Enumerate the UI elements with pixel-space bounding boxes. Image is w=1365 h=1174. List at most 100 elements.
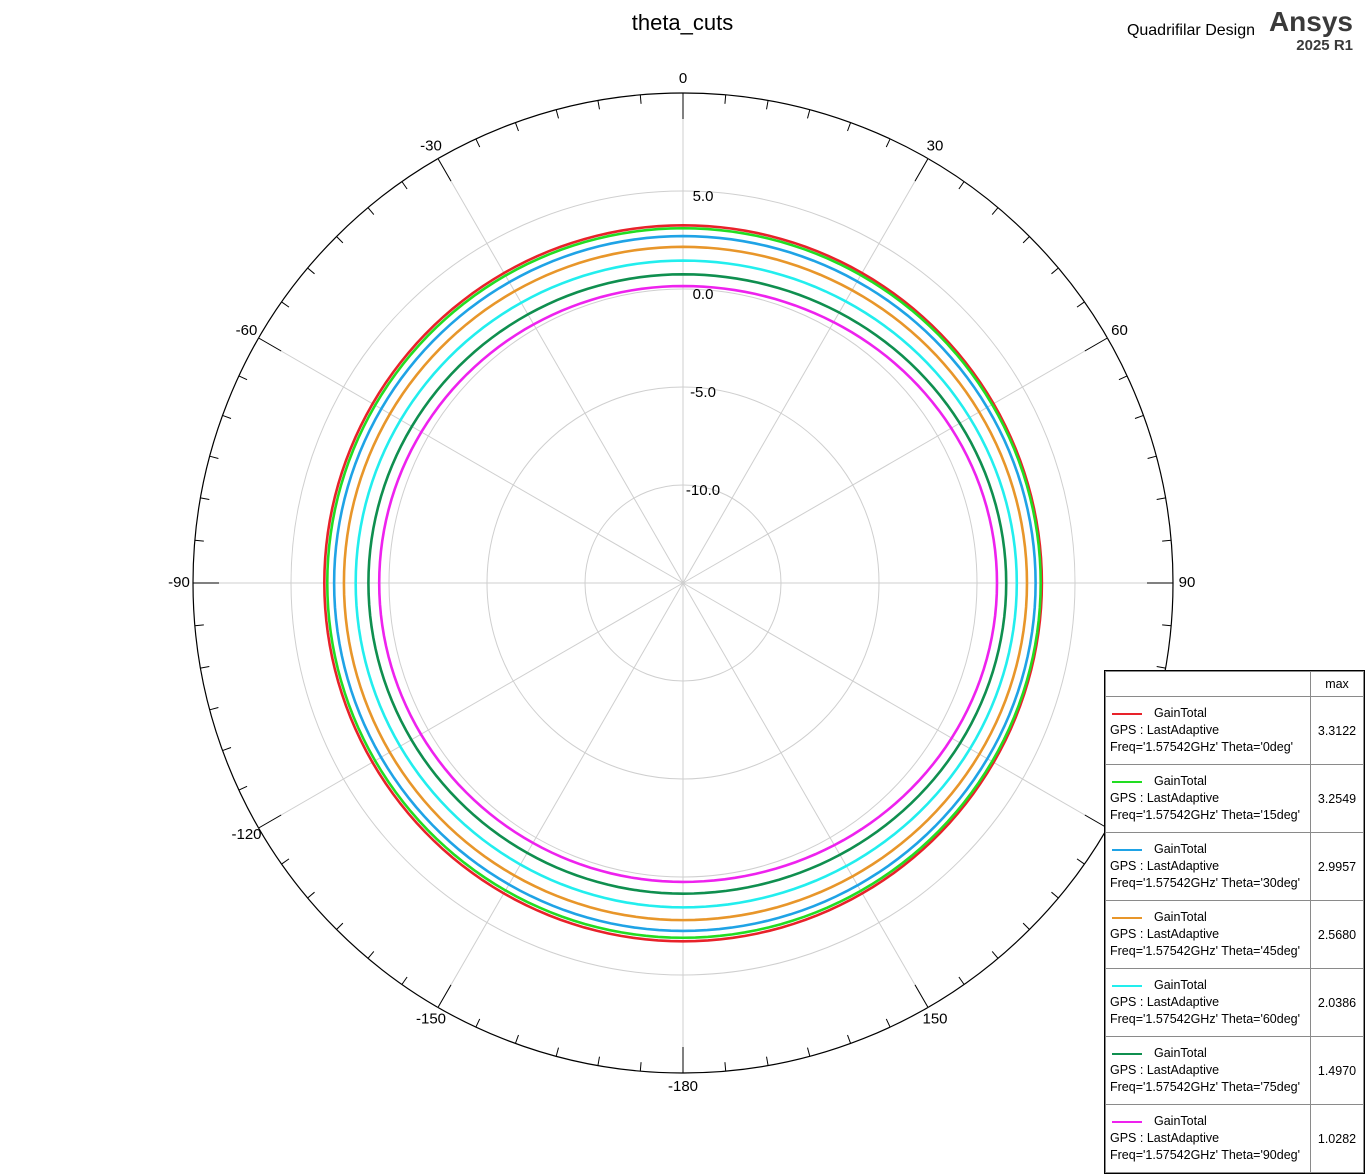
minor-tick [724, 1062, 727, 1072]
minor-tick [401, 976, 408, 985]
minor-tick [281, 858, 290, 865]
legend-entry: GainTotal GPS : LastAdaptive Freq='1.57542… [1105, 968, 1364, 1037]
minor-tick [807, 1047, 811, 1057]
legend-entry-max: 1.0282 [1310, 1104, 1364, 1173]
legend-entry: GainTotal GPS : LastAdaptive Freq='1.57542… [1105, 696, 1364, 765]
minor-tick [200, 666, 210, 669]
minor-tick [222, 747, 232, 752]
minor-tick [885, 138, 891, 148]
minor-tick [222, 414, 232, 419]
legend-header-row: max [1105, 671, 1364, 697]
legend-entry-quantity: GainTotal [1154, 978, 1207, 992]
minor-tick [555, 1047, 559, 1057]
minor-tick [194, 624, 204, 627]
minor-tick [238, 785, 248, 791]
legend-entry-quantity: GainTotal [1154, 774, 1207, 788]
legend-entry-variation: Freq='1.57542GHz' Theta='60deg' [1110, 1012, 1301, 1026]
legend-swatch [1112, 712, 1142, 715]
minor-tick [1134, 414, 1144, 419]
legend-entry-quantity-line: GainTotal [1110, 909, 1306, 926]
angular-tick-label: -90 [168, 574, 190, 591]
legend-entry-quantity: GainTotal [1154, 706, 1207, 720]
legend-entry-setup: GPS : LastAdaptive [1110, 791, 1220, 805]
minor-tick [336, 236, 344, 244]
minor-tick [307, 267, 315, 275]
series-line [377, 284, 999, 884]
legend-entry: GainTotal GPS : LastAdaptive Freq='1.57542… [1105, 900, 1364, 969]
minor-tick [281, 301, 290, 308]
angular-spoke [437, 158, 684, 584]
legend-entry-max: 2.5680 [1310, 900, 1364, 969]
legend-entry-description: GainTotal GPS : LastAdaptive Freq='1.57542… [1105, 900, 1311, 969]
legend-entry-setup: GPS : LastAdaptive [1110, 1063, 1220, 1077]
angular-tick-label: 90 [1179, 574, 1196, 591]
legend-swatch [1112, 984, 1142, 987]
minor-tick [1076, 858, 1085, 865]
minor-tick [209, 455, 219, 459]
minor-tick [766, 100, 769, 110]
minor-tick [336, 922, 344, 930]
major-tick [1084, 337, 1108, 352]
legend-swatch [1112, 1120, 1142, 1123]
legend-entry: GainTotal GPS : LastAdaptive Freq='1.57542… [1105, 1104, 1364, 1173]
legend-table: max GainTotal GPS : LastAdaptive Freq='1.5… [1105, 671, 1364, 1173]
legend-header-blank [1105, 671, 1311, 697]
angular-tick-label: 0 [679, 70, 687, 87]
minor-tick [1162, 539, 1172, 542]
legend-entry-variation: Freq='1.57542GHz' Theta='0deg' [1110, 740, 1294, 754]
angular-tick-label: -120 [232, 826, 262, 843]
radial-tick-label: -10.0 [686, 482, 720, 499]
legend-entry-quantity-line: GainTotal [1110, 705, 1306, 722]
series-line [354, 259, 1019, 909]
minor-tick [1162, 624, 1172, 627]
legend-entry-description: GainTotal GPS : LastAdaptive Freq='1.57542… [1105, 764, 1311, 833]
legend-header-max: max [1310, 671, 1364, 697]
legend-entry-variation: Freq='1.57542GHz' Theta='30deg' [1110, 876, 1301, 890]
angular-tick-label: 150 [922, 1010, 947, 1027]
legend-entry-description: GainTotal GPS : LastAdaptive Freq='1.57542… [1105, 1036, 1311, 1105]
minor-tick [1076, 301, 1085, 308]
angular-tick-label: -180 [668, 1078, 698, 1095]
minor-tick [991, 207, 999, 215]
legend: max GainTotal GPS : LastAdaptive Freq='1.5… [1104, 670, 1365, 1174]
legend-swatch [1112, 1052, 1142, 1055]
major-tick [258, 814, 282, 829]
angular-spoke [437, 582, 684, 1008]
angular-tick-label: -150 [416, 1010, 446, 1027]
major-tick [914, 984, 929, 1008]
angular-tick-label: -30 [420, 137, 442, 154]
legend-entry-max: 3.3122 [1310, 696, 1364, 765]
legend-entry-setup: GPS : LastAdaptive [1110, 1131, 1220, 1145]
minor-tick [475, 1018, 481, 1028]
legend-entry-quantity: GainTotal [1154, 1046, 1207, 1060]
minor-tick [475, 138, 481, 148]
minor-tick [200, 497, 210, 500]
angular-spoke [682, 337, 1108, 584]
radial-tick-label: 5.0 [693, 188, 714, 205]
minor-tick [514, 1034, 519, 1044]
minor-tick [639, 1062, 642, 1072]
minor-tick [597, 100, 600, 110]
minor-tick [639, 94, 642, 104]
legend-entry: GainTotal GPS : LastAdaptive Freq='1.57542… [1105, 764, 1364, 833]
legend-entry-description: GainTotal GPS : LastAdaptive Freq='1.57542… [1105, 832, 1311, 901]
radial-tick-label: -5.0 [690, 384, 716, 401]
minor-tick [401, 181, 408, 190]
legend-entry: GainTotal GPS : LastAdaptive Freq='1.57542… [1105, 1036, 1364, 1105]
legend-entry-description: GainTotal GPS : LastAdaptive Freq='1.57542… [1105, 696, 1311, 765]
legend-entry-quantity: GainTotal [1154, 842, 1207, 856]
legend-entry-max: 3.2549 [1310, 764, 1364, 833]
legend-entry-quantity-line: GainTotal [1110, 841, 1306, 858]
legend-entry-max: 2.0386 [1310, 968, 1364, 1037]
radial-tick-label: 0.0 [693, 286, 714, 303]
angular-tick-label: 60 [1111, 322, 1128, 339]
legend-entry-quantity-line: GainTotal [1110, 1045, 1306, 1062]
minor-tick [194, 539, 204, 542]
major-tick [437, 158, 452, 182]
minor-tick [307, 891, 315, 899]
legend-entry-description: GainTotal GPS : LastAdaptive Freq='1.57542… [1105, 1104, 1311, 1173]
legend-entry-variation: Freq='1.57542GHz' Theta='15deg' [1110, 808, 1301, 822]
minor-tick [1156, 666, 1166, 669]
legend-entry-setup: GPS : LastAdaptive [1110, 723, 1220, 737]
minor-tick [1051, 267, 1059, 275]
